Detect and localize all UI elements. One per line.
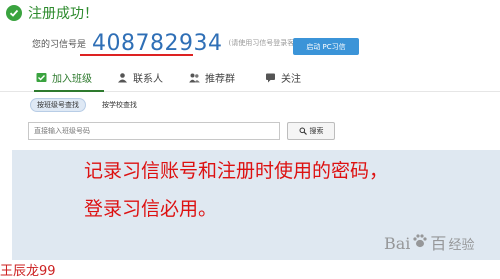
subtab-by-school[interactable]: 按学校查找 <box>96 98 143 112</box>
annotation-line-2: 登录习信必用。 <box>84 198 218 220</box>
watermark-brand-left: Bai <box>384 234 411 253</box>
account-number-underline <box>80 54 193 56</box>
author-tag: 王辰龙99 <box>0 264 56 279</box>
follow-icon <box>265 72 276 83</box>
subtab-by-class-number[interactable]: 按班级号查找 <box>30 98 86 112</box>
tab-follow[interactable]: 关注 <box>265 70 301 85</box>
watermark-suffix: 经验 <box>448 238 475 253</box>
join-class-icon <box>36 72 47 83</box>
paw-logo-icon <box>412 233 428 249</box>
tab-contacts-label: 联系人 <box>133 74 163 85</box>
search-button[interactable]: 搜索 <box>287 122 335 140</box>
account-number: 408782934 <box>92 30 223 56</box>
success-header: 注册成功！ <box>0 0 500 26</box>
tab-recommended-groups[interactable]: 推荐群 <box>189 70 235 85</box>
check-icon <box>6 5 22 21</box>
tab-recommended-groups-label: 推荐群 <box>205 74 235 85</box>
tab-contacts[interactable]: 联系人 <box>117 70 163 85</box>
annotation-line-1: 记录习信账号和注册时使用的密码， <box>84 160 389 182</box>
tab-follow-label: 关注 <box>281 74 301 85</box>
tab-join-class-label: 加入班级 <box>52 74 92 85</box>
tab-join-class[interactable]: 加入班级 <box>36 70 92 85</box>
watermark-brand-right: 百 <box>430 234 447 253</box>
tab-bar: 加入班级 联系人 推荐群 关注 <box>0 62 500 92</box>
recommended-group-icon <box>189 72 200 83</box>
search-icon <box>299 127 307 135</box>
success-title: 注册成功！ <box>28 6 98 22</box>
active-tab-indicator <box>34 90 104 92</box>
launch-pc-button[interactable]: 启动 PC习信 <box>293 38 359 55</box>
contacts-icon <box>117 72 128 83</box>
class-number-input[interactable]: 直接输入班级号码 <box>28 122 280 140</box>
baidu-jingyan-watermark: Bai 百 经验 <box>384 230 474 254</box>
search-button-label: 搜索 <box>309 127 324 135</box>
account-label: 您的习信号是 <box>32 39 87 50</box>
